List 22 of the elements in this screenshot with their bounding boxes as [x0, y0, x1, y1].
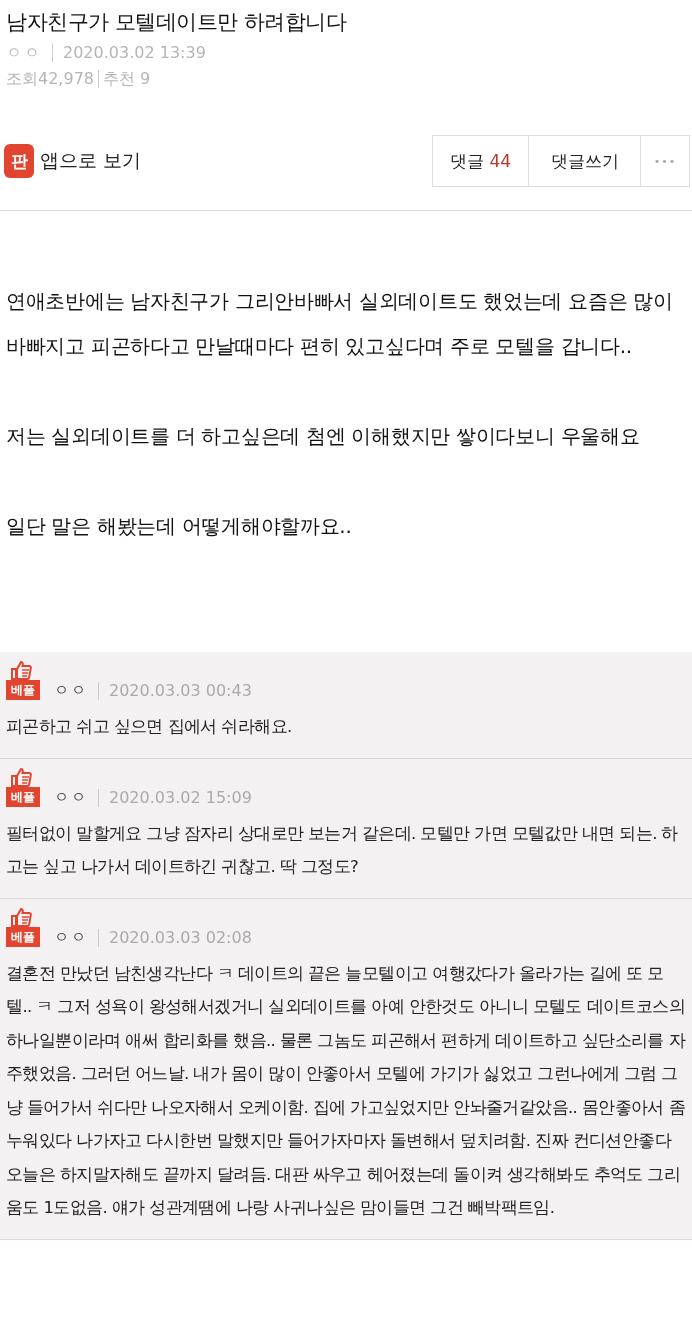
comment-author: ㅇㅇ — [54, 681, 88, 700]
comment-text: 필터없이 말할게요 그냥 잠자리 상대로만 보는거 같은데. 모텔만 가면 모텔값만 내면 되는. 하고는 싶고 나가서 데이트하긴 귀찮고. 딱 그정도? — [6, 822, 679, 878]
post-title: 남자친구가 모텔데이트만 하려합니다 — [6, 9, 348, 36]
app-link[interactable]: 판 앱으로 보기 — [4, 144, 142, 178]
body-paragraph: 일단 말은 해봤는데 어떻게해야할까요.. — [6, 513, 353, 540]
comment-author: ㅇㅇ — [54, 787, 88, 807]
app-logo-icon: 판 — [4, 144, 34, 178]
comment-date: 2020.03.03 00:43 — [109, 681, 252, 700]
comment-text: 피곤하고 쉬고 싶으면 집에서 쉬라해요. — [6, 716, 293, 738]
comment-text: 결혼전 만났던 남친생각난다 ㅋ 데이트의 끝은 늘모텔이고 여행갔다가 올라가는 길에 또 모텔.. ㅋ 그저 성욕이 왕성해서겠거니 실외데이트를 아예 안한것도 아니니 모텔도 데이트코스의 하나일뿐이라며 애써 합리화를 했음.. 물론 그놈도 피곤해서 편하게 데이트하고 싶단소리를 자주했었음. 그러던 어느날. 내가 몸이 많이 안좋아서 모텔에 가기가 싫었고 그런나에게 그럼 그냥 들어가서 쉬다만 나오자해서 오케이함. 집에 가고싶었지만 안놔줄거같았음.. 몸안좋아서 좀누워있다 나가자고 다시한번 말했지만 들어가자마자 돌변해서 덮치려함. 진짜 컨디션안좋다 오늘은 하지말자해도 끝까지 달려듬. 대판 싸우고 헤어졌는데 돌이켜 생각해봐도 추억도 그리움도 1도없음. 얘가 성관계땜에 나랑 사귀나싶은 맘이들면 그건 빼박팩트임. — [6, 962, 687, 1219]
author-name: ㅇㅇ — [6, 42, 42, 64]
body-paragraph: 저는 실외데이트를 더 하고싶은데 첨엔 이해했지만 쌓이다보니 우울해요 — [6, 423, 641, 450]
comment-date: 2020.03.03 02:08 — [109, 927, 252, 947]
thumbs-up-icon — [10, 906, 32, 927]
recommend-count: 추천 9 — [103, 68, 151, 90]
thumbs-up-icon — [10, 766, 32, 787]
body-paragraph: 연애초반에는 남자친구가 그리안바빠서 실외데이트도 했었는데 요즘은 많이 바빠지고 피곤하다고 만날때마다 편히 있고싶다며 주로 모텔을 갑니다.. — [6, 288, 674, 360]
view-count: 조회42,978 — [6, 68, 94, 90]
post-date: 2020.03.02 13:39 — [63, 42, 206, 64]
comment-author: ㅇㅇ — [54, 927, 88, 947]
comment-date: 2020.03.02 15:09 — [109, 787, 252, 807]
thumbs-up-icon — [10, 660, 32, 680]
